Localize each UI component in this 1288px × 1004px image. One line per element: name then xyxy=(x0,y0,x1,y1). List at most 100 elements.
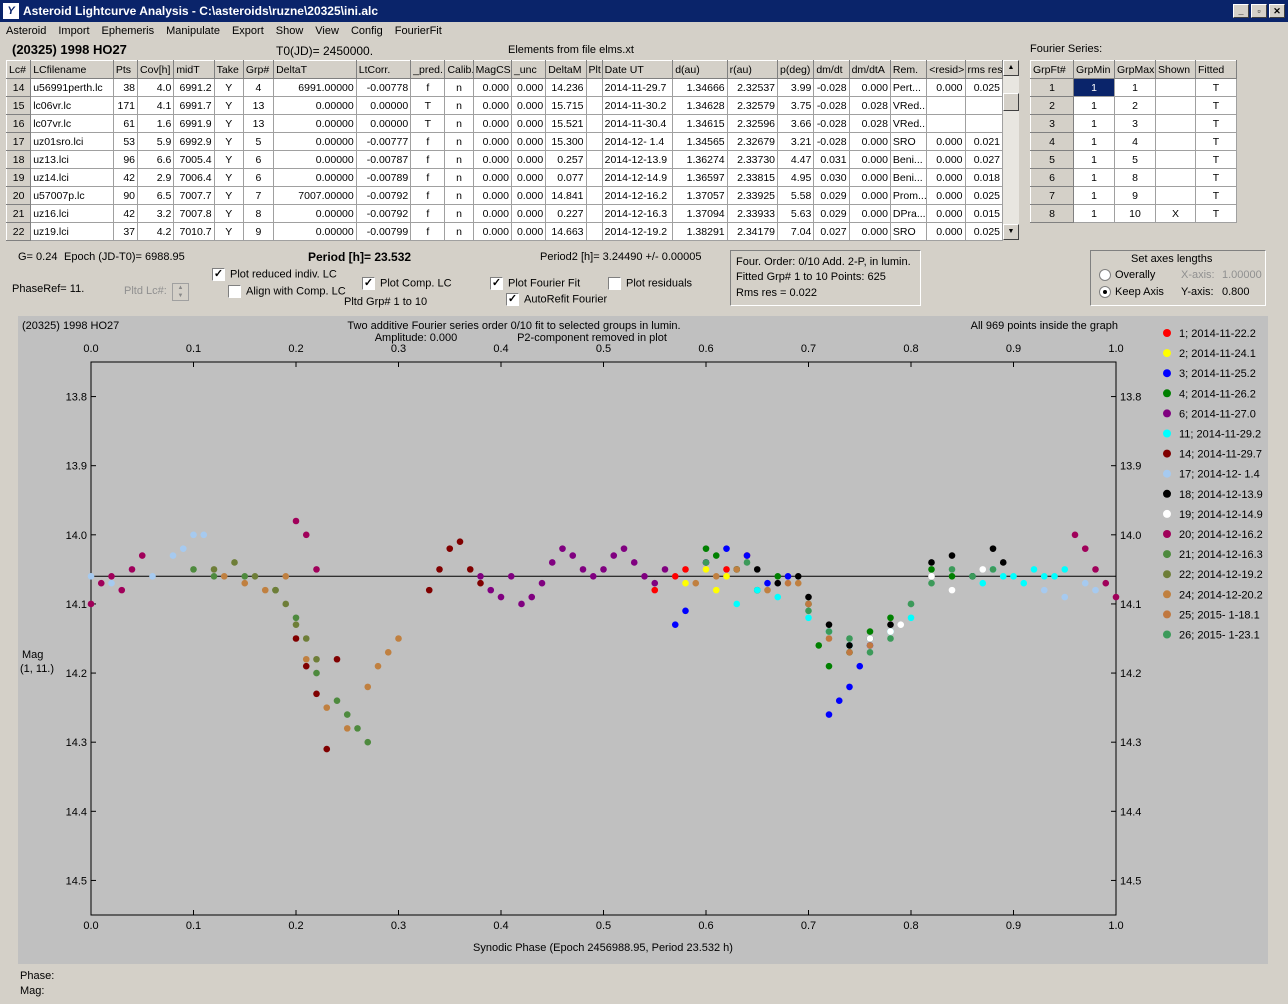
table-row[interactable]: 15 lc06vr.lc 171 4.1 6991.7 Y 13 0.00000 0.00000… xyxy=(5,96,1003,115)
table-cell[interactable]: 0.00000 xyxy=(273,132,357,151)
column-header[interactable]: p(deg) xyxy=(777,60,815,79)
table-cell[interactable]: 2014-12- 1.4 xyxy=(601,132,674,151)
table-cell[interactable]: lc07vr.lc xyxy=(30,114,114,133)
table-cell[interactable]: 0.000 xyxy=(510,186,547,205)
table-cell[interactable]: 6992.9 xyxy=(173,132,215,151)
table-cell[interactable]: -0.00789 xyxy=(355,168,412,187)
menu-view[interactable]: View xyxy=(309,25,345,37)
table-row[interactable]: 111T xyxy=(1030,78,1237,97)
table-cell[interactable]: T xyxy=(410,96,446,115)
column-header[interactable]: rms res xyxy=(964,60,1003,79)
column-header[interactable]: Rem. xyxy=(889,60,928,79)
period2-label[interactable]: Period2 [h]= 3.24490 +/- 0.00005 xyxy=(540,251,701,263)
column-header[interactable]: GrpMax xyxy=(1114,60,1156,79)
column-header[interactable]: <resid> xyxy=(926,60,966,79)
table-cell[interactable] xyxy=(926,96,966,115)
table-cell[interactable]: 0.000 xyxy=(926,204,966,223)
table-cell[interactable]: 0.000 xyxy=(926,150,966,169)
column-header[interactable]: midT xyxy=(173,60,215,79)
table-cell[interactable]: 2 xyxy=(1114,96,1156,115)
scroll-up-icon[interactable]: ▲ xyxy=(1003,60,1019,76)
table-cell[interactable]: 7007.00000 xyxy=(273,186,357,205)
table-cell[interactable]: 2014-12-19.2 xyxy=(601,222,674,241)
table-cell[interactable]: Beni... xyxy=(889,168,928,187)
table-cell[interactable]: n xyxy=(444,150,474,169)
table-cell[interactable]: 2.32596 xyxy=(726,114,779,133)
table-cell[interactable]: 0.021 xyxy=(964,132,1003,151)
table-cell[interactable]: 0.000 xyxy=(472,114,512,133)
table-cell[interactable]: 4.47 xyxy=(777,150,815,169)
table-cell[interactable] xyxy=(1155,78,1196,97)
spin-down-icon[interactable]: ▼ xyxy=(173,292,188,300)
column-header[interactable]: Cov[h] xyxy=(137,60,175,79)
column-header[interactable]: Shown xyxy=(1155,60,1196,79)
table-cell[interactable]: 4 xyxy=(242,78,275,97)
table-cell[interactable]: 0.000 xyxy=(848,222,891,241)
table-cell[interactable]: n xyxy=(444,96,474,115)
table-cell[interactable]: 9 xyxy=(242,222,275,241)
table-cell[interactable]: 15.300 xyxy=(545,132,587,151)
table-cell[interactable]: 2.33815 xyxy=(726,168,779,187)
table-cell[interactable]: 0.000 xyxy=(848,132,891,151)
table-cell[interactable]: 96 xyxy=(112,150,139,169)
table-scrollbar[interactable]: ▲ ▼ xyxy=(1003,60,1019,240)
table-cell[interactable]: Y xyxy=(213,132,244,151)
table-cell[interactable] xyxy=(926,114,966,133)
table-cell[interactable]: 2014-11-29.7 xyxy=(601,78,674,97)
table-cell[interactable]: 0.000 xyxy=(926,132,966,151)
table-cell[interactable] xyxy=(585,114,603,133)
table-cell[interactable]: 2014-11-30.2 xyxy=(601,96,674,115)
table-cell[interactable]: 6991.00000 xyxy=(273,78,357,97)
table-cell[interactable]: 16 xyxy=(5,114,32,133)
table-cell[interactable]: 1.37094 xyxy=(672,204,728,223)
table-cell[interactable]: 0.028 xyxy=(848,114,891,133)
table-cell[interactable]: 0.030 xyxy=(813,168,850,187)
table-cell[interactable]: 1 xyxy=(1073,96,1115,115)
table-cell[interactable]: 2 xyxy=(1030,96,1074,115)
table-cell[interactable]: 0.027 xyxy=(813,222,850,241)
table-cell[interactable]: 6 xyxy=(1030,168,1074,187)
table-cell[interactable]: -0.028 xyxy=(813,78,850,97)
table-cell[interactable]: 7.04 xyxy=(777,222,815,241)
lightcurve-plot[interactable]: (20325) 1998 HO27 Two additive Fourier s… xyxy=(18,316,1268,964)
table-cell[interactable]: f xyxy=(410,150,446,169)
table-cell[interactable]: 0.000 xyxy=(926,168,966,187)
table-cell[interactable]: Y xyxy=(213,204,244,223)
table-cell[interactable]: 0.227 xyxy=(545,204,587,223)
table-cell[interactable]: 0.000 xyxy=(848,150,891,169)
table-cell[interactable]: f xyxy=(410,132,446,151)
table-cell[interactable]: 1.38291 xyxy=(672,222,728,241)
table-cell[interactable]: n xyxy=(444,186,474,205)
table-cell[interactable]: 1.6 xyxy=(137,114,175,133)
plot-fourier-checkbox[interactable]: ✓ Plot Fourier Fit xyxy=(490,277,580,290)
table-cell[interactable]: 0.000 xyxy=(510,150,547,169)
fourier-series-table[interactable]: GrpFt# GrpMin GrpMax Shown Fitted 111T212T31… xyxy=(1030,60,1237,223)
table-cell[interactable]: 42 xyxy=(112,204,139,223)
table-cell[interactable]: f xyxy=(410,222,446,241)
table-cell[interactable]: 0.031 xyxy=(813,150,850,169)
table-cell[interactable]: Y xyxy=(213,186,244,205)
table-cell[interactable]: 3.99 xyxy=(777,78,815,97)
table-cell[interactable]: n xyxy=(444,114,474,133)
table-cell[interactable]: 0.00000 xyxy=(273,222,357,241)
table-cell[interactable]: 8 xyxy=(1114,168,1156,187)
table-cell[interactable]: u57007p.lc xyxy=(30,186,114,205)
table-cell[interactable]: 1 xyxy=(1073,78,1115,97)
table-cell[interactable]: 1 xyxy=(1073,114,1115,133)
table-cell[interactable]: 4 xyxy=(1114,132,1156,151)
table-cell[interactable]: -0.00778 xyxy=(355,78,412,97)
table-cell[interactable]: 1 xyxy=(1073,204,1115,223)
table-cell[interactable]: T xyxy=(1195,168,1237,187)
column-header[interactable]: LtCorr. xyxy=(355,60,412,79)
table-cell[interactable]: VRed... xyxy=(889,96,928,115)
table-cell[interactable]: T xyxy=(410,114,446,133)
column-header[interactable]: GrpMin xyxy=(1073,60,1115,79)
table-cell[interactable]: 9 xyxy=(1114,186,1156,205)
table-cell[interactable]: 8 xyxy=(242,204,275,223)
table-cell[interactable]: -0.00787 xyxy=(355,150,412,169)
table-cell[interactable]: 5.9 xyxy=(137,132,175,151)
spin-up-icon[interactable]: ▲ xyxy=(173,284,188,292)
table-cell[interactable]: 7007.7 xyxy=(173,186,215,205)
table-cell[interactable]: Y xyxy=(213,222,244,241)
plot-comp-checkbox[interactable]: ✓ Plot Comp. LC xyxy=(362,277,452,290)
